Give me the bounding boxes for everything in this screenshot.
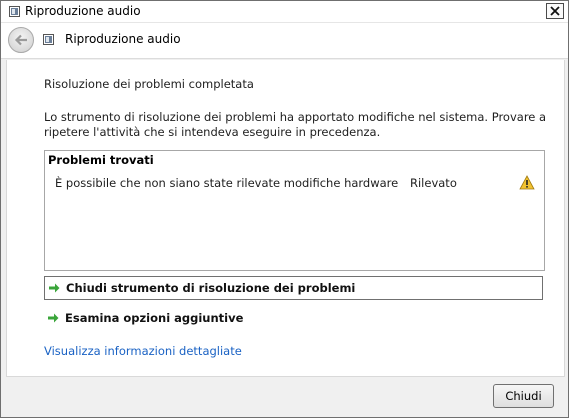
problem-status: Rilevato (410, 176, 457, 190)
navigation-bar: Riproduzione audio (1, 23, 568, 59)
green-arrow-icon (49, 283, 60, 293)
close-troubleshooter-action[interactable]: Chiudi strumento di risoluzione dei prob… (44, 276, 543, 300)
problem-row[interactable]: È possibile che non siano state rilevate… (45, 175, 544, 193)
close-troubleshooter-label: Chiudi strumento di risoluzione dei prob… (66, 281, 356, 295)
back-button[interactable] (8, 27, 34, 53)
window-close-button[interactable] (546, 3, 564, 19)
green-arrow-icon (48, 313, 59, 323)
footer: Chiudi (1, 377, 568, 417)
problem-description: È possibile che non siano state rilevate… (55, 176, 399, 190)
nav-title: Riproduzione audio (65, 32, 181, 46)
problems-title: Problemi trovati (48, 153, 154, 167)
title-bar: Riproduzione audio (1, 1, 568, 23)
close-icon (550, 6, 560, 16)
explore-options-action[interactable]: Esamina opzioni aggiuntive (44, 307, 543, 331)
page-description: Lo strumento di risoluzione dei problemi… (44, 110, 547, 139)
explore-options-label: Esamina opzioni aggiuntive (65, 311, 244, 325)
view-details-link[interactable]: Visualizza informazioni dettagliate (44, 344, 242, 358)
audio-troubleshooter-icon (43, 34, 54, 45)
close-button[interactable]: Chiudi (493, 384, 554, 408)
content-panel: Risoluzione dei problemi completata Lo s… (6, 60, 565, 377)
page-heading: Risoluzione dei problemi completata (44, 77, 254, 91)
warning-icon (519, 175, 535, 190)
back-arrow-icon (14, 34, 27, 46)
window-title: Riproduzione audio (25, 4, 141, 18)
problems-found-box: Problemi trovati È possibile che non sia… (44, 150, 545, 271)
audio-troubleshooter-icon (9, 6, 20, 17)
troubleshooter-window: Riproduzione audio Riproduzione audio Ri… (0, 0, 569, 418)
